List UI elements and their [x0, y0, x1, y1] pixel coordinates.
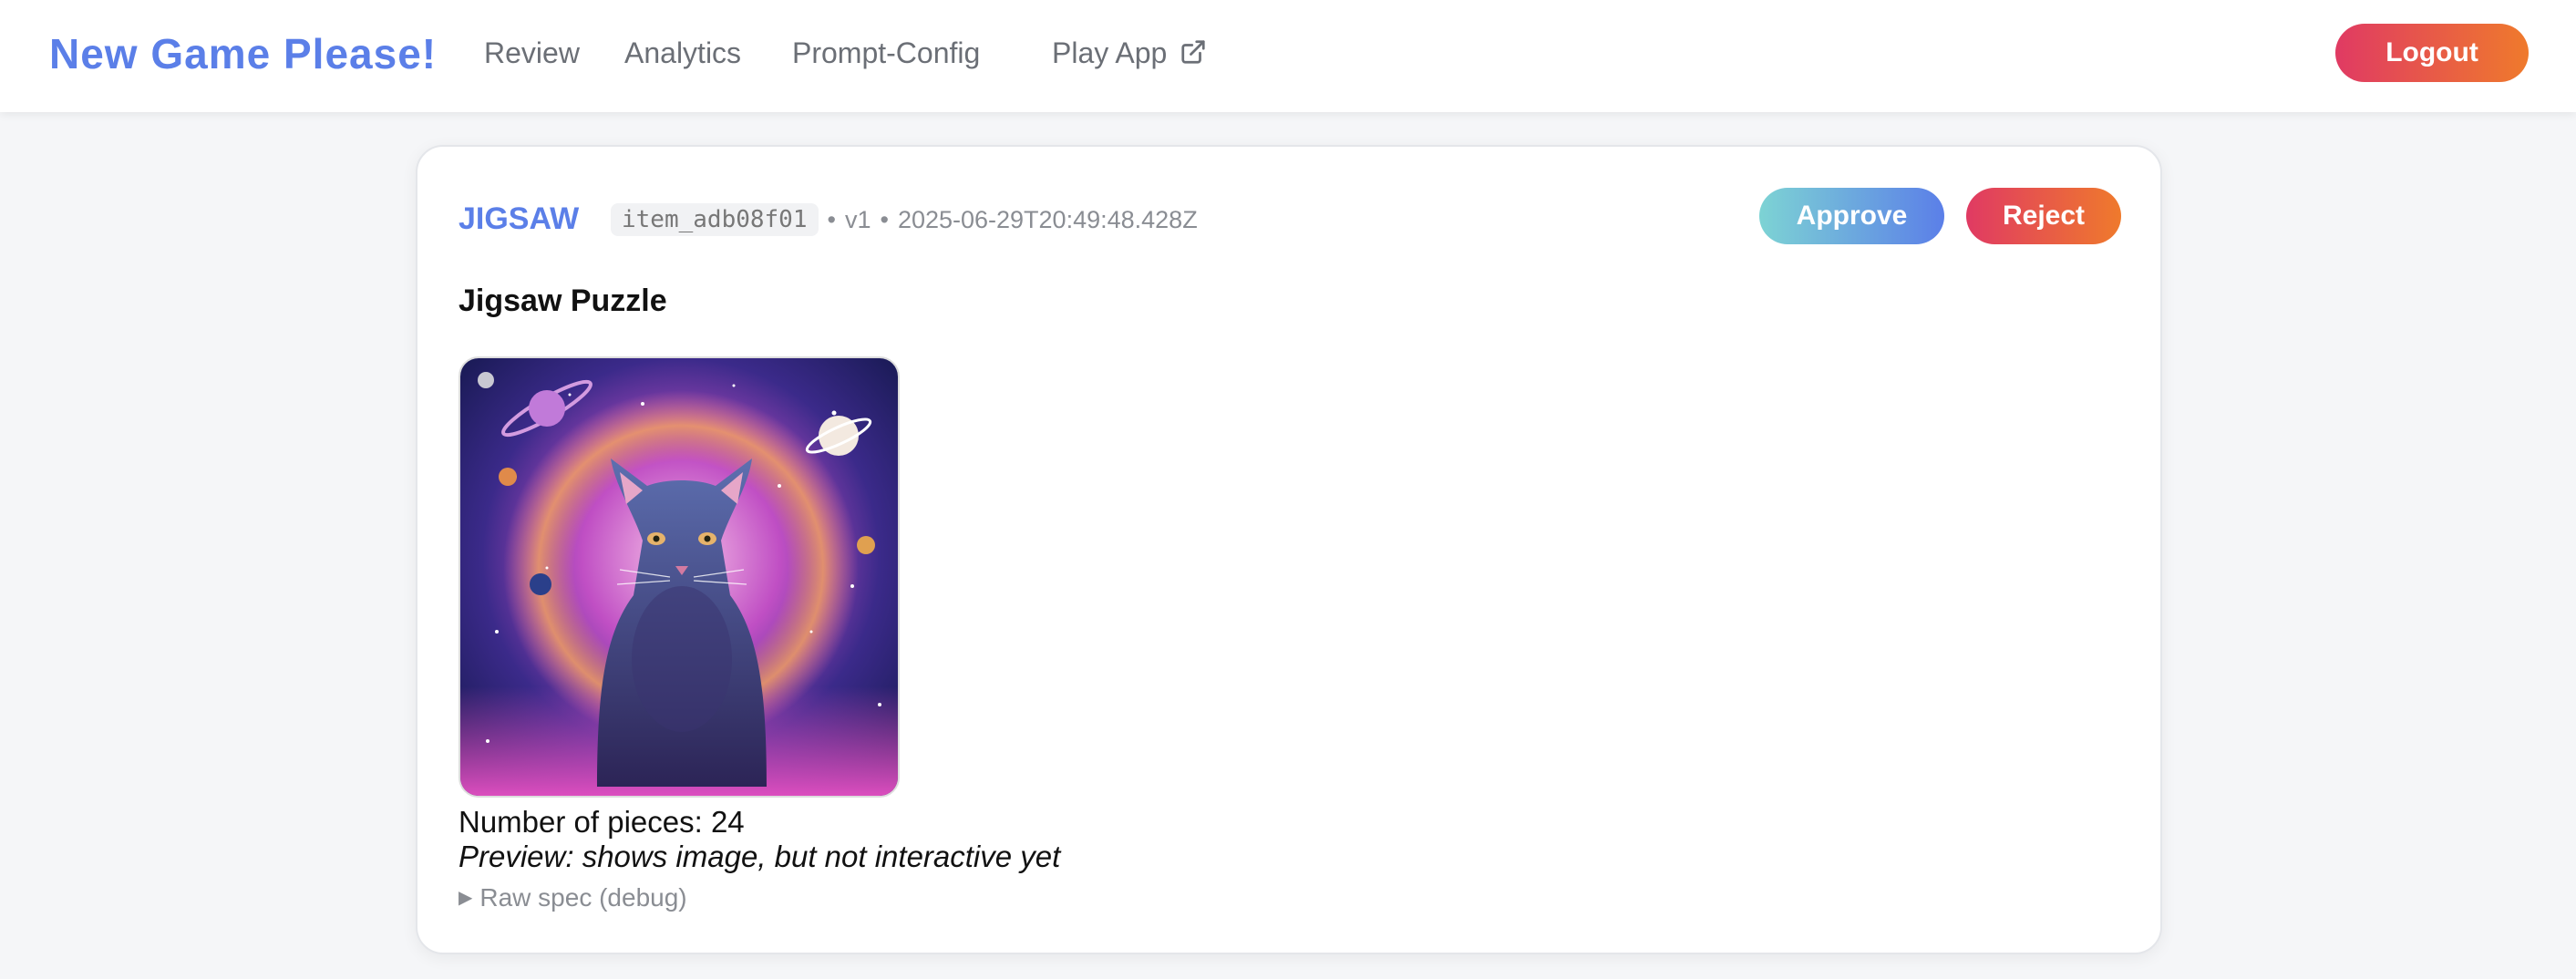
reject-button[interactable]: Reject: [1966, 188, 2121, 244]
approve-button[interactable]: Approve: [1759, 188, 1944, 244]
triangle-right-icon: ▶: [459, 888, 473, 908]
meta-separator: •: [827, 205, 836, 233]
game-type-label: JIGSAW: [459, 201, 580, 236]
raw-spec-label: Raw spec (debug): [479, 883, 687, 912]
nav-review[interactable]: Review: [484, 36, 580, 70]
pieces-count: Number of pieces: 24: [459, 805, 745, 839]
meta-separator: •: [880, 205, 889, 233]
brand-logo[interactable]: New Game Please!: [49, 29, 437, 78]
item-version: v1: [844, 205, 871, 233]
nav-play-app[interactable]: Play App: [1052, 36, 1207, 73]
external-link-icon: [1180, 38, 1207, 73]
raw-spec-toggle[interactable]: ▶ Raw spec (debug): [459, 883, 687, 912]
nav-play-app-label: Play App: [1052, 36, 1168, 69]
logout-button[interactable]: Logout: [2335, 24, 2529, 82]
preview-note: Preview: shows image, but not interactiv…: [459, 840, 1061, 873]
nav-analytics[interactable]: Analytics: [624, 36, 741, 70]
nav-prompt-config[interactable]: Prompt-Config: [792, 36, 980, 70]
item-id-badge: item_adb08f01: [611, 203, 819, 236]
game-title: Jigsaw Puzzle: [459, 283, 667, 318]
item-meta: item_adb08f01 • v1 • 2025-06-29T20:49:48…: [611, 203, 1198, 236]
review-item-card: JIGSAW item_adb08f01 • v1 • 2025-06-29T2…: [416, 145, 2162, 954]
puzzle-preview-image: [459, 356, 900, 798]
item-timestamp: 2025-06-29T20:49:48.428Z: [897, 205, 1198, 233]
top-navbar: New Game Please! Review Analytics Prompt…: [0, 0, 2576, 112]
